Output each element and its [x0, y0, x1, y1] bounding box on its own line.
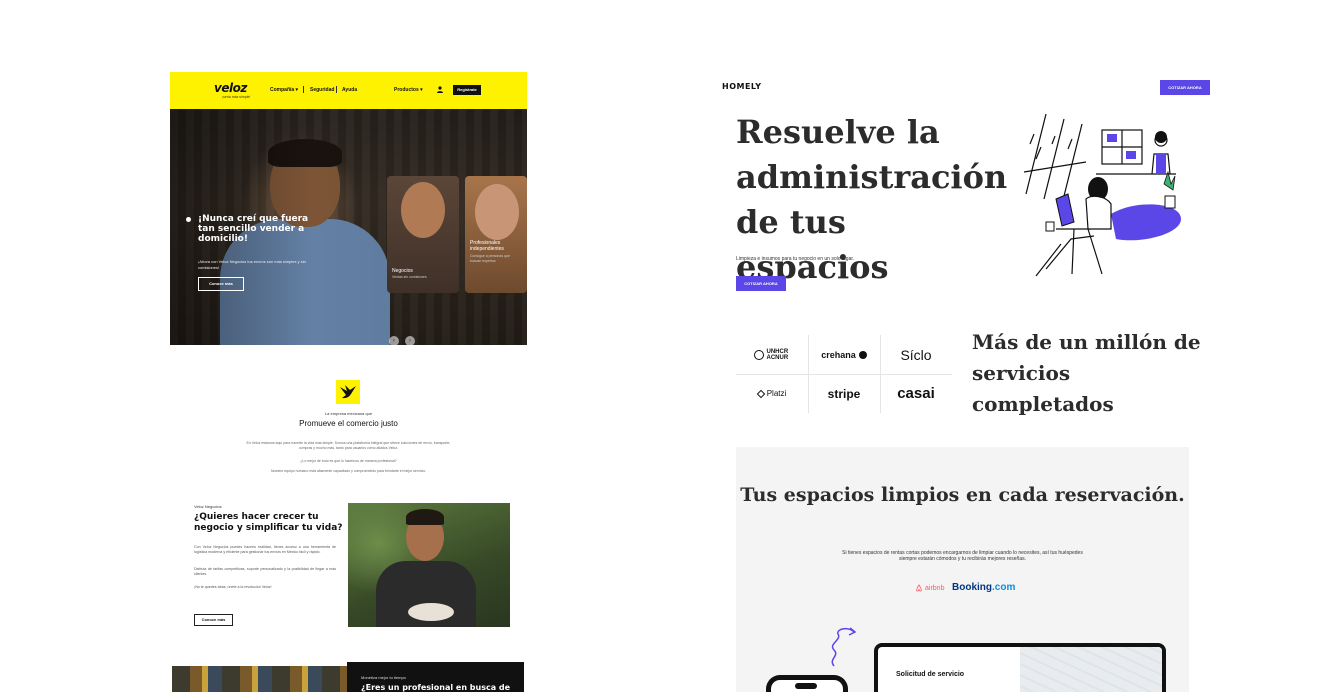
client-logo-casai: casai [880, 374, 952, 413]
veloz-logo-tagline: ¡seria más simple! [222, 95, 251, 99]
hero-card-negocios[interactable]: Negocios Ventas sin comisiones [387, 176, 459, 293]
about-paragraph: ¿Lo mejor de todo es que lo hacemos de m… [300, 459, 397, 463]
booking-text: Booking [952, 582, 992, 593]
client-logo-platzi: Platzi [736, 374, 808, 413]
client-logo-siclo: Síclo [880, 335, 952, 374]
slide-indicator-dot[interactable] [186, 217, 191, 222]
user-icon[interactable] [437, 86, 443, 93]
airbnb-logo: airbnb [915, 584, 944, 592]
register-button[interactable]: Registrate [453, 85, 481, 95]
services-stat-heading: Más de un millón de servicios completado… [972, 330, 1201, 416]
hero-card-profesionales[interactable]: Profesionales independientes Consigue a … [465, 176, 527, 293]
business-title: ¿Quieres hacer crecer tu negocio y simpl… [194, 512, 343, 533]
business-cta-button[interactable]: Conoce más [194, 614, 233, 626]
business-eyebrow: Veloz Negocios [194, 504, 222, 509]
hero-subtitle: ¡Ahora con Veloz Negocios tus envíos son… [198, 259, 306, 270]
client-logos-grid: UNHCR ACNUR crehana Síclo Platzi stripe … [736, 335, 952, 413]
panel-subtitle: Si tienes espacios de rentas cortas pode… [842, 550, 1083, 562]
airbnb-text: airbnb [925, 584, 945, 592]
person-at-laptop-illustration-icon [1023, 113, 1181, 277]
business-paragraph: Con Veloz Negocios puedes hacerlo realid… [194, 545, 336, 554]
rentals-panel: Tus espacios limpios en cada reservación… [736, 447, 1189, 692]
client-logo-text: Síclo [900, 346, 932, 363]
unhcr-emblem-icon [753, 349, 764, 360]
client-logo-text: casai [897, 385, 935, 402]
client-logo-unhcr: UNHCR ACNUR [736, 335, 808, 374]
business-paragraph: Disfruta de tarifas competitivas, soport… [194, 567, 336, 576]
map-preview [1020, 647, 1162, 692]
curly-arrow-icon [831, 627, 857, 667]
chef-hair [406, 509, 444, 525]
workers-photo [172, 666, 347, 692]
veloz-navbar: veloz ¡seria más simple! Compañía ▾ Segu… [170, 72, 527, 109]
hero-title: Resuelve la administración de tus espaci… [736, 113, 1008, 286]
chef-plate [408, 603, 454, 621]
service-request-title: Solicitud de servicio [896, 671, 965, 678]
veloz-bird-logo-icon [336, 380, 360, 404]
phone-notch [795, 683, 817, 689]
crehana-circle-icon [858, 350, 867, 359]
booking-logo: Booking.com [952, 582, 1015, 593]
client-logo-stripe: stripe [808, 374, 880, 413]
homely-mockup: HOMELY COTIZAR AHORA Resuelve la adminis… [716, 72, 1210, 692]
client-logo-text: stripe [827, 386, 861, 401]
hero-quote-button[interactable]: COTIZAR AHORA [736, 276, 786, 291]
client-logo-text: Platzi [766, 389, 787, 398]
carousel-next-button[interactable]: › [405, 336, 415, 345]
card-person-photo [401, 182, 445, 238]
nav-compania[interactable]: Compañía ▾ [270, 87, 298, 93]
hero-title: ¡Nunca creí que fuera tan sencillo vende… [198, 214, 309, 244]
chef-photo [348, 503, 510, 627]
veloz-logo[interactable]: veloz [214, 81, 247, 95]
nav-productos[interactable]: Productos ▾ [394, 87, 423, 93]
panel-title: Tus espacios limpios en cada reservación… [740, 484, 1185, 506]
nav-divider [303, 86, 304, 93]
card-sublabel: Consigue a personas que buscan expertos [470, 254, 510, 263]
about-paragraph: En Veloz estamos aquí para hacerte la vi… [246, 441, 451, 450]
nav-divider [336, 86, 337, 93]
hero-subtitle: Limpieza e insumos para tu negocio en un… [736, 256, 855, 262]
pro-section-eyebrow: Monetiza mejor tu tiempo [361, 675, 406, 680]
about-title: Promueve el comercio justo [299, 419, 398, 428]
veloz-hero: ¡Nunca creí que fuera tan sencillo vende… [170, 109, 527, 345]
nav-ayuda[interactable]: Ayuda [342, 87, 357, 93]
card-label: Profesionales independientes [470, 240, 504, 252]
client-logo-text: crehana [821, 349, 856, 360]
card-sublabel: Ventas sin comisiones [392, 275, 427, 279]
phone-mockup [766, 675, 848, 692]
client-logo-crehana: crehana [808, 335, 880, 374]
carousel-prev-button[interactable]: ‹ [389, 336, 399, 345]
laptop-mockup: Solicitud de servicio [874, 643, 1166, 692]
homely-logo[interactable]: HOMELY [722, 82, 762, 91]
card-person-photo [475, 184, 519, 240]
airbnb-icon [916, 584, 922, 592]
client-logo-text: UNHCR ACNUR [766, 348, 789, 361]
veloz-mockup: veloz ¡seria más simple! Compañía ▾ Segu… [170, 72, 527, 692]
business-paragraph: ¡No te quedes atrás, únete a la revoluci… [194, 585, 272, 589]
pro-section-title: ¿Eres un profesional en busca de [361, 683, 511, 692]
booking-suffix: .com [992, 582, 1016, 593]
nav-seguridad[interactable]: Seguridad [310, 87, 334, 93]
header-quote-button[interactable]: COTIZAR AHORA [1160, 80, 1210, 95]
about-paragraph: Nuestro equipo humano está altamente cap… [270, 469, 427, 473]
platzi-diamond-icon [756, 389, 765, 398]
about-eyebrow: La empresa mexicana que [324, 411, 373, 416]
hero-cta-button[interactable]: Conoce más [198, 277, 244, 291]
card-label: Negocios [392, 268, 413, 274]
